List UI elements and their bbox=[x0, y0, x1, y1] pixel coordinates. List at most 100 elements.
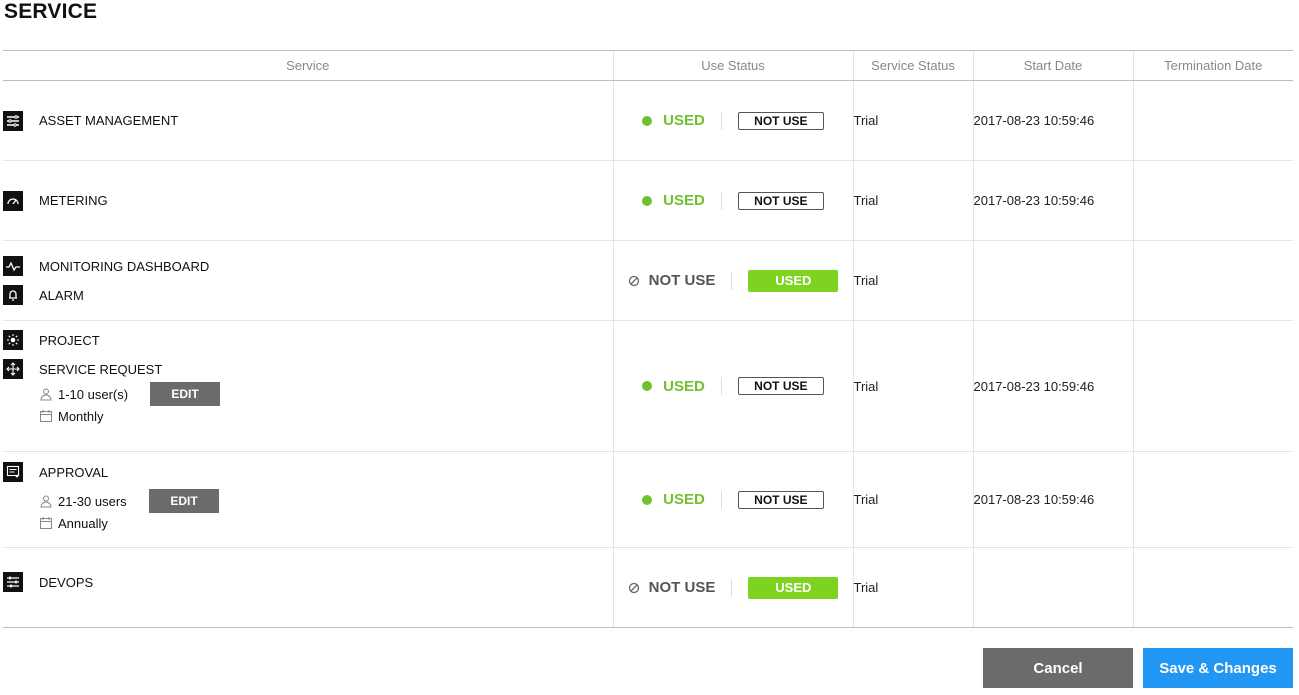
termination-date bbox=[1132, 547, 1293, 628]
use-status-cell: NOT USE USED bbox=[612, 547, 853, 628]
user-count: 1-10 user(s) bbox=[39, 384, 128, 404]
termination-date bbox=[1132, 160, 1293, 241]
service-name: SERVICE REQUEST bbox=[39, 361, 163, 377]
column-header-service: Service bbox=[3, 50, 613, 81]
gauge-icon bbox=[3, 190, 23, 211]
not-use-button[interactable]: NOT USE bbox=[737, 377, 824, 395]
billing-cycle-label: Annually bbox=[58, 515, 108, 531]
service-cell: APPROVAL 21-30 users EDIT Annually bbox=[3, 451, 613, 548]
use-status-cell: USED NOT USE bbox=[612, 160, 853, 241]
pulse-icon bbox=[3, 256, 23, 276]
not-use-button[interactable]: NOT USE bbox=[737, 490, 824, 509]
table-row: MONITORING DASHBOARD ALARM NOT USE USED … bbox=[3, 240, 1293, 321]
table-header: Service Use Status Service Status Start … bbox=[3, 50, 1293, 81]
billing-cycle: Monthly bbox=[39, 406, 613, 426]
user-icon bbox=[39, 387, 53, 401]
edit-button[interactable]: EDIT bbox=[149, 489, 219, 513]
used-status: USED bbox=[642, 192, 705, 209]
used-status-label: USED bbox=[663, 192, 705, 209]
calendar-icon bbox=[39, 516, 53, 530]
service-name: METERING bbox=[39, 193, 108, 208]
start-date: 2017-08-23 10:59:46 bbox=[972, 320, 1133, 452]
service-cell: METERING bbox=[3, 160, 613, 241]
termination-date bbox=[1132, 451, 1293, 548]
service-table: Service Use Status Service Status Start … bbox=[3, 50, 1293, 628]
table-row: DEVOPS NOT USE USED Trial bbox=[3, 547, 1293, 628]
user-count: 21-30 users bbox=[39, 491, 127, 511]
billing-cycle: Annually bbox=[39, 513, 613, 533]
start-date: 2017-08-23 10:59:46 bbox=[972, 160, 1133, 241]
start-date bbox=[972, 547, 1133, 628]
used-status: USED bbox=[642, 491, 705, 508]
service-name: MONITORING DASHBOARD bbox=[39, 258, 210, 274]
user-icon bbox=[39, 494, 53, 508]
used-status-label: USED bbox=[663, 112, 705, 129]
service-item: ASSET MANAGEMENT bbox=[3, 110, 613, 131]
calendar-icon bbox=[39, 409, 53, 423]
edit-button[interactable]: EDIT bbox=[150, 382, 220, 406]
service-item: DEVOPS bbox=[3, 572, 613, 592]
table-row: ASSET MANAGEMENT USED NOT USE Trial 2017… bbox=[3, 80, 1293, 161]
service-cell: DEVOPS bbox=[3, 547, 613, 628]
service-item: MONITORING DASHBOARD bbox=[3, 256, 613, 276]
service-name: ALARM bbox=[39, 287, 84, 303]
cancel-button[interactable]: Cancel bbox=[983, 648, 1133, 688]
bell-icon bbox=[3, 285, 23, 305]
service-status: Trial bbox=[852, 547, 973, 628]
user-count-label: 21-30 users bbox=[58, 493, 127, 509]
service-cell: ASSET MANAGEMENT bbox=[3, 80, 613, 161]
use-status-cell: USED NOT USE bbox=[612, 80, 853, 161]
start-date bbox=[972, 240, 1133, 321]
status-dot-icon bbox=[642, 494, 653, 505]
termination-date bbox=[1132, 240, 1293, 321]
service-item: METERING bbox=[3, 190, 613, 211]
termination-date bbox=[1132, 320, 1293, 452]
termination-date bbox=[1132, 80, 1293, 161]
start-date: 2017-08-23 10:59:46 bbox=[972, 80, 1133, 161]
service-name: APPROVAL bbox=[39, 464, 109, 480]
service-item: SERVICE REQUEST bbox=[3, 359, 613, 379]
used-button[interactable]: USED bbox=[748, 576, 839, 599]
service-item: APPROVAL bbox=[3, 462, 613, 482]
service-status: Trial bbox=[852, 160, 973, 241]
column-header-service-status: Service Status bbox=[852, 50, 973, 81]
service-cell: PROJECT SERVICE REQUEST 1-10 user(s) EDI… bbox=[3, 320, 613, 452]
used-status-label: USED bbox=[663, 491, 705, 508]
table-row: APPROVAL 21-30 users EDIT Annually USED bbox=[3, 451, 1293, 548]
used-button[interactable]: USED bbox=[748, 269, 839, 292]
column-header-use-status: Use Status bbox=[612, 50, 853, 81]
service-cell: MONITORING DASHBOARD ALARM bbox=[3, 240, 613, 321]
table-row: METERING USED NOT USE Trial 2017-08-23 1… bbox=[3, 160, 1293, 241]
not-use-status-label: NOT USE bbox=[648, 272, 716, 289]
column-header-termination-date: Termination Date bbox=[1132, 50, 1293, 81]
column-header-start-date: Start Date bbox=[972, 50, 1133, 81]
approval-icon bbox=[3, 462, 23, 482]
sliders-icon bbox=[3, 572, 23, 592]
use-status-cell: NOT USE USED bbox=[612, 240, 853, 321]
save-changes-button[interactable]: Save & Changes bbox=[1143, 648, 1293, 688]
ban-icon bbox=[628, 582, 639, 593]
status-dot-icon bbox=[642, 195, 653, 206]
not-use-status: NOT USE bbox=[628, 579, 716, 596]
service-status: Trial bbox=[852, 240, 973, 321]
use-status-cell: USED NOT USE bbox=[612, 451, 853, 548]
not-use-status-label: NOT USE bbox=[648, 579, 716, 596]
service-status: Trial bbox=[852, 320, 973, 452]
status-dot-icon bbox=[642, 381, 653, 391]
service-status: Trial bbox=[852, 451, 973, 548]
page-title: SERVICE bbox=[4, 0, 98, 23]
not-use-button[interactable]: NOT USE bbox=[737, 111, 824, 130]
ban-icon bbox=[628, 275, 639, 286]
use-status-cell: USED NOT USE bbox=[612, 320, 853, 452]
not-use-button[interactable]: NOT USE bbox=[737, 191, 824, 210]
service-name: DEVOPS bbox=[39, 574, 94, 590]
list-icon bbox=[3, 110, 23, 131]
service-name: ASSET MANAGEMENT bbox=[39, 113, 179, 128]
table-row: PROJECT SERVICE REQUEST 1-10 user(s) EDI… bbox=[3, 320, 1293, 452]
service-item: ALARM bbox=[3, 285, 613, 305]
billing-cycle-label: Monthly bbox=[58, 408, 104, 424]
service-status: Trial bbox=[852, 80, 973, 161]
arrows-icon bbox=[3, 359, 23, 379]
service-name: PROJECT bbox=[39, 332, 100, 348]
status-dot-icon bbox=[642, 115, 653, 126]
